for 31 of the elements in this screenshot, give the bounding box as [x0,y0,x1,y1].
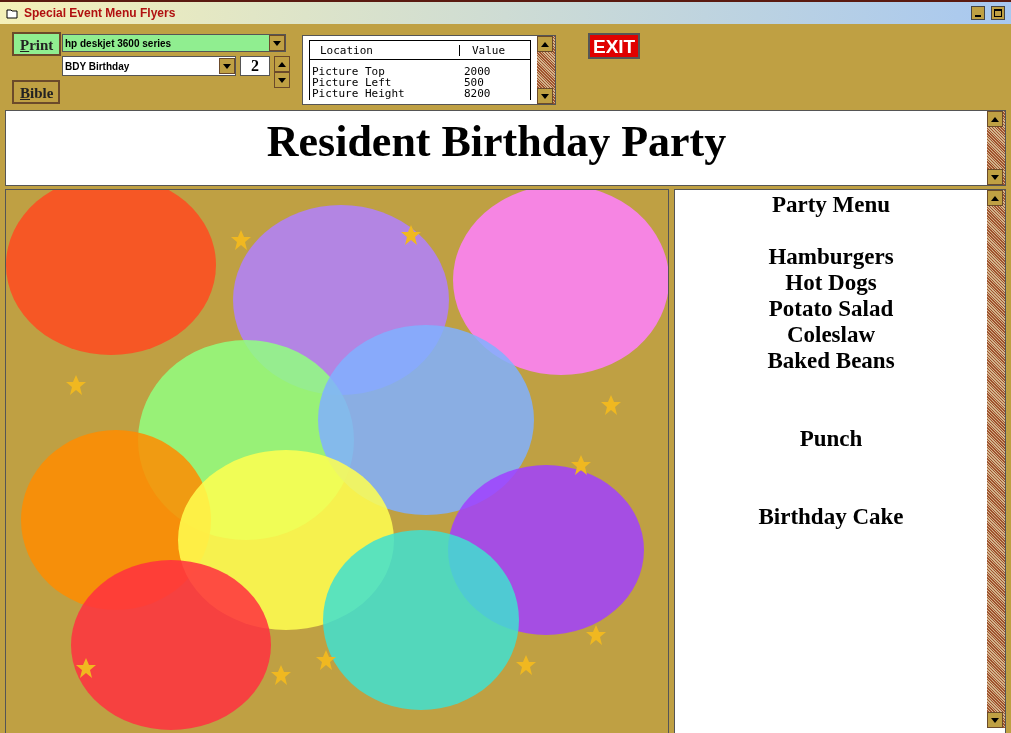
printer-dropdown[interactable]: hp deskjet 3600 series [62,34,286,52]
menu-title: Party Menu [771,192,891,218]
table-cell-text: Picture Height [311,88,406,99]
window-title: Special Event Menu Flyers [24,5,177,22]
bible-button[interactable]: Bible [12,80,60,104]
scroll-down-icon[interactable] [537,88,553,104]
scroll-up-icon[interactable] [987,111,1003,127]
spin-up-icon[interactable] [274,56,290,72]
table-cell-text: 8200 [463,88,491,99]
column-header: Value [471,44,506,56]
flyer-title: Resident Birthday Party [265,116,728,168]
exit-button[interactable]: EXIT [588,33,641,59]
print-button[interactable]: Print [12,32,62,56]
table-cell-text: 500 [463,77,484,88]
spin-down-icon[interactable] [274,72,290,88]
scroll-down-icon[interactable] [987,169,1003,185]
minimize-button[interactable] [971,6,985,20]
scroll-up-icon[interactable] [537,36,553,52]
folder-icon [6,7,18,19]
scrollbar[interactable] [987,190,1005,728]
table-cell-text: Picture Left [311,77,393,88]
scroll-up-icon[interactable] [987,190,1003,206]
column-header: Location [310,44,460,56]
table-cell-text: Picture Top [311,66,385,77]
template-dropdown[interactable]: BDY Birthday [62,56,236,76]
copies-field[interactable]: 2 [240,56,270,76]
maximize-button[interactable] [991,6,1005,20]
table-cell-text: 2000 [463,66,491,77]
scrollbar[interactable] [537,36,555,104]
scrollbar[interactable] [987,111,1005,185]
scroll-down-icon[interactable] [987,712,1003,728]
